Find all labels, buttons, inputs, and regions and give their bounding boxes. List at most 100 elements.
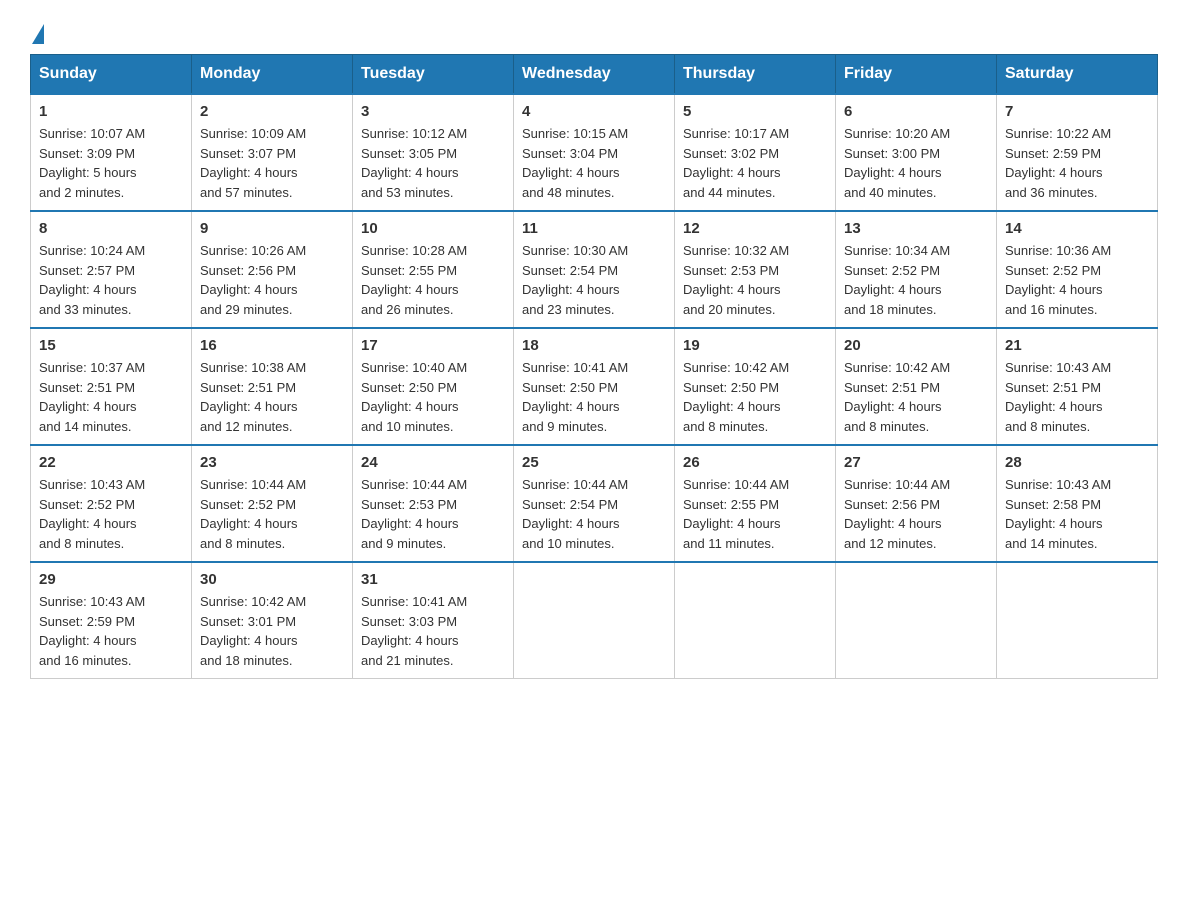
calendar-day-cell: 14 Sunrise: 10:36 AMSunset: 2:52 PMDaylig… [997, 211, 1158, 328]
day-number: 7 [1005, 103, 1149, 120]
calendar-day-cell: 10 Sunrise: 10:28 AMSunset: 2:55 PMDaylig… [353, 211, 514, 328]
day-info: Sunrise: 10:44 AMSunset: 2:56 PMDaylight… [844, 475, 988, 553]
day-info: Sunrise: 10:43 AMSunset: 2:58 PMDaylight… [1005, 475, 1149, 553]
day-info: Sunrise: 10:38 AMSunset: 2:51 PMDaylight… [200, 358, 344, 436]
day-info: Sunrise: 10:42 AMSunset: 2:50 PMDaylight… [683, 358, 827, 436]
day-info: Sunrise: 10:43 AMSunset: 2:59 PMDaylight… [39, 592, 183, 670]
day-info: Sunrise: 10:17 AMSunset: 3:02 PMDaylight… [683, 124, 827, 202]
day-info: Sunrise: 10:42 AMSunset: 3:01 PMDaylight… [200, 592, 344, 670]
day-info: Sunrise: 10:34 AMSunset: 2:52 PMDaylight… [844, 241, 988, 319]
day-info: Sunrise: 10:26 AMSunset: 2:56 PMDaylight… [200, 241, 344, 319]
day-info: Sunrise: 10:09 AMSunset: 3:07 PMDaylight… [200, 124, 344, 202]
calendar-day-cell: 8 Sunrise: 10:24 AMSunset: 2:57 PMDayligh… [31, 211, 192, 328]
calendar-day-cell: 25 Sunrise: 10:44 AMSunset: 2:54 PMDaylig… [514, 445, 675, 562]
day-number: 3 [361, 103, 505, 120]
day-number: 8 [39, 220, 183, 237]
day-info: Sunrise: 10:43 AMSunset: 2:51 PMDaylight… [1005, 358, 1149, 436]
day-info: Sunrise: 10:30 AMSunset: 2:54 PMDaylight… [522, 241, 666, 319]
calendar-empty-cell [514, 562, 675, 679]
day-number: 26 [683, 454, 827, 471]
day-info: Sunrise: 10:15 AMSunset: 3:04 PMDaylight… [522, 124, 666, 202]
calendar-day-cell: 28 Sunrise: 10:43 AMSunset: 2:58 PMDaylig… [997, 445, 1158, 562]
day-number: 11 [522, 220, 666, 237]
calendar-day-cell: 29 Sunrise: 10:43 AMSunset: 2:59 PMDaylig… [31, 562, 192, 679]
day-number: 22 [39, 454, 183, 471]
day-number: 16 [200, 337, 344, 354]
calendar-day-cell: 6 Sunrise: 10:20 AMSunset: 3:00 PMDayligh… [836, 94, 997, 211]
day-number: 30 [200, 571, 344, 588]
day-number: 9 [200, 220, 344, 237]
day-number: 15 [39, 337, 183, 354]
calendar-week-row: 15Sunrise: 10:37 AMSunset: 2:51 PMDaylig… [31, 328, 1158, 445]
day-info: Sunrise: 10:36 AMSunset: 2:52 PMDaylight… [1005, 241, 1149, 319]
day-number: 2 [200, 103, 344, 120]
calendar-day-cell: 31 Sunrise: 10:41 AMSunset: 3:03 PMDaylig… [353, 562, 514, 679]
day-number: 23 [200, 454, 344, 471]
weekday-header-tuesday: Tuesday [353, 55, 514, 95]
calendar-day-cell: 30 Sunrise: 10:42 AMSunset: 3:01 PMDaylig… [192, 562, 353, 679]
day-number: 17 [361, 337, 505, 354]
calendar-day-cell: 12 Sunrise: 10:32 AMSunset: 2:53 PMDaylig… [675, 211, 836, 328]
day-info: Sunrise: 10:28 AMSunset: 2:55 PMDaylight… [361, 241, 505, 319]
calendar-day-cell: 7 Sunrise: 10:22 AMSunset: 2:59 PMDayligh… [997, 94, 1158, 211]
day-number: 21 [1005, 337, 1149, 354]
calendar-day-cell: 24 Sunrise: 10:44 AMSunset: 2:53 PMDaylig… [353, 445, 514, 562]
calendar-week-row: 8 Sunrise: 10:24 AMSunset: 2:57 PMDayligh… [31, 211, 1158, 328]
weekday-header-wednesday: Wednesday [514, 55, 675, 95]
weekday-header-row: SundayMondayTuesdayWednesdayThursdayFrid… [31, 55, 1158, 95]
calendar-empty-cell [836, 562, 997, 679]
day-number: 29 [39, 571, 183, 588]
calendar-day-cell: 19 Sunrise: 10:42 AMSunset: 2:50 PMDaylig… [675, 328, 836, 445]
calendar-day-cell: 23Sunrise: 10:44 AMSunset: 2:52 PMDaylig… [192, 445, 353, 562]
day-info: Sunrise: 10:20 AMSunset: 3:00 PMDaylight… [844, 124, 988, 202]
weekday-header-friday: Friday [836, 55, 997, 95]
calendar-day-cell: 15Sunrise: 10:37 AMSunset: 2:51 PMDaylig… [31, 328, 192, 445]
calendar-empty-cell [997, 562, 1158, 679]
day-number: 4 [522, 103, 666, 120]
day-info: Sunrise: 10:32 AMSunset: 2:53 PMDaylight… [683, 241, 827, 319]
day-number: 5 [683, 103, 827, 120]
day-info: Sunrise: 10:41 AMSunset: 2:50 PMDaylight… [522, 358, 666, 436]
day-info: Sunrise: 10:22 AMSunset: 2:59 PMDaylight… [1005, 124, 1149, 202]
calendar-day-cell: 9 Sunrise: 10:26 AMSunset: 2:56 PMDayligh… [192, 211, 353, 328]
calendar-day-cell: 17 Sunrise: 10:40 AMSunset: 2:50 PMDaylig… [353, 328, 514, 445]
calendar-day-cell: 26 Sunrise: 10:44 AMSunset: 2:55 PMDaylig… [675, 445, 836, 562]
calendar-day-cell: 21 Sunrise: 10:43 AMSunset: 2:51 PMDaylig… [997, 328, 1158, 445]
calendar-day-cell: 20 Sunrise: 10:42 AMSunset: 2:51 PMDaylig… [836, 328, 997, 445]
calendar-day-cell: 22 Sunrise: 10:43 AMSunset: 2:52 PMDaylig… [31, 445, 192, 562]
day-number: 14 [1005, 220, 1149, 237]
calendar-week-row: 1Sunrise: 10:07 AMSunset: 3:09 PMDayligh… [31, 94, 1158, 211]
day-info: Sunrise: 10:44 AMSunset: 2:55 PMDaylight… [683, 475, 827, 553]
calendar-day-cell: 16 Sunrise: 10:38 AMSunset: 2:51 PMDaylig… [192, 328, 353, 445]
day-number: 28 [1005, 454, 1149, 471]
calendar-day-cell: 2 Sunrise: 10:09 AMSunset: 3:07 PMDayligh… [192, 94, 353, 211]
day-number: 25 [522, 454, 666, 471]
day-info: Sunrise: 10:41 AMSunset: 3:03 PMDaylight… [361, 592, 505, 670]
calendar-week-row: 29 Sunrise: 10:43 AMSunset: 2:59 PMDaylig… [31, 562, 1158, 679]
day-number: 24 [361, 454, 505, 471]
day-info: Sunrise: 10:24 AMSunset: 2:57 PMDaylight… [39, 241, 183, 319]
calendar-week-row: 22 Sunrise: 10:43 AMSunset: 2:52 PMDaylig… [31, 445, 1158, 562]
day-number: 31 [361, 571, 505, 588]
day-info: Sunrise: 10:40 AMSunset: 2:50 PMDaylight… [361, 358, 505, 436]
day-number: 10 [361, 220, 505, 237]
logo [30, 20, 44, 44]
day-number: 12 [683, 220, 827, 237]
calendar-day-cell: 1Sunrise: 10:07 AMSunset: 3:09 PMDayligh… [31, 94, 192, 211]
day-info: Sunrise: 10:44 AMSunset: 2:54 PMDaylight… [522, 475, 666, 553]
day-info: Sunrise: 10:44 AMSunset: 2:53 PMDaylight… [361, 475, 505, 553]
page-header [30, 20, 1158, 44]
day-number: 6 [844, 103, 988, 120]
day-number: 13 [844, 220, 988, 237]
calendar-table: SundayMondayTuesdayWednesdayThursdayFrid… [30, 54, 1158, 679]
day-number: 1 [39, 103, 183, 120]
day-info: Sunrise: 10:43 AMSunset: 2:52 PMDaylight… [39, 475, 183, 553]
day-number: 20 [844, 337, 988, 354]
day-number: 19 [683, 337, 827, 354]
calendar-day-cell: 18Sunrise: 10:41 AMSunset: 2:50 PMDaylig… [514, 328, 675, 445]
day-info: Sunrise: 10:12 AMSunset: 3:05 PMDaylight… [361, 124, 505, 202]
day-info: Sunrise: 10:42 AMSunset: 2:51 PMDaylight… [844, 358, 988, 436]
calendar-day-cell: 27Sunrise: 10:44 AMSunset: 2:56 PMDaylig… [836, 445, 997, 562]
weekday-header-monday: Monday [192, 55, 353, 95]
calendar-day-cell: 3 Sunrise: 10:12 AMSunset: 3:05 PMDayligh… [353, 94, 514, 211]
